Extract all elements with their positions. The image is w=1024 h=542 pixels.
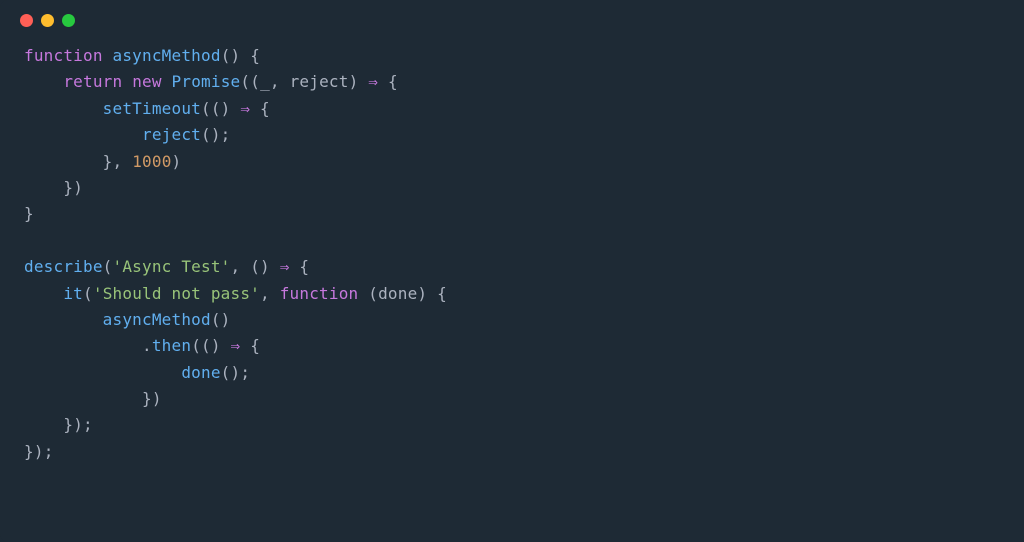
paren-close: ) — [172, 152, 182, 171]
brace-close: } — [103, 152, 113, 171]
space — [427, 284, 437, 303]
paren-close: ) — [34, 442, 44, 461]
space — [162, 72, 172, 91]
fn-reject: reject — [142, 125, 201, 144]
paren-close: ) — [349, 72, 359, 91]
semicolon: ; — [83, 415, 93, 434]
parens: () — [221, 363, 241, 382]
fn-describe: describe — [24, 257, 103, 276]
keyword-new: new — [132, 72, 162, 91]
space — [280, 72, 290, 91]
space — [250, 99, 260, 118]
space — [221, 336, 231, 355]
brace-close: } — [142, 389, 152, 408]
space — [240, 336, 250, 355]
string-shouldnotpass: 'Should not pass' — [93, 284, 260, 303]
paren-open: ( — [103, 257, 113, 276]
keyword-function: function — [280, 284, 359, 303]
class-promise: Promise — [172, 72, 241, 91]
fn-setTimeout: setTimeout — [103, 99, 201, 118]
fn-it: it — [63, 284, 83, 303]
comma: , — [113, 152, 123, 171]
fn-asyncMethod: asyncMethod — [113, 46, 221, 65]
brace-open: { — [388, 72, 398, 91]
minimize-icon[interactable] — [41, 14, 54, 27]
space — [122, 152, 132, 171]
space — [358, 72, 368, 91]
arrow: ⇒ — [240, 99, 250, 118]
brace-open: { — [260, 99, 270, 118]
arrow: ⇒ — [368, 72, 378, 91]
paren-open: ( — [191, 336, 201, 355]
space — [290, 257, 300, 276]
space — [358, 284, 368, 303]
paren-close: ) — [152, 389, 162, 408]
code-content: function asyncMethod() { return new Prom… — [0, 31, 1024, 477]
space — [231, 99, 241, 118]
brace-open: { — [250, 336, 260, 355]
comma: , — [260, 284, 270, 303]
paren-open: ( — [368, 284, 378, 303]
paren-close: ) — [417, 284, 427, 303]
parens: () — [250, 257, 270, 276]
parens: () — [201, 336, 221, 355]
space — [122, 72, 132, 91]
arrow: ⇒ — [280, 257, 290, 276]
brace-close: } — [24, 442, 34, 461]
close-icon[interactable] — [20, 14, 33, 27]
paren-open: ( — [201, 99, 211, 118]
space — [270, 257, 280, 276]
space — [270, 284, 280, 303]
fn-then: then — [152, 336, 191, 355]
space — [103, 46, 113, 65]
window-titlebar — [0, 0, 1024, 31]
maximize-icon[interactable] — [62, 14, 75, 27]
paren-close: ) — [73, 178, 83, 197]
number-timeout: 1000 — [132, 152, 171, 171]
brace-close: } — [24, 204, 34, 223]
keyword-function: function — [24, 46, 103, 65]
semicolon: ; — [221, 125, 231, 144]
param-underscore: _ — [260, 72, 270, 91]
space — [240, 257, 250, 276]
parens: () — [211, 310, 231, 329]
parens: () — [221, 46, 241, 65]
brace-open: { — [437, 284, 447, 303]
space — [378, 72, 388, 91]
param-done: done — [378, 284, 417, 303]
paren-close: ) — [73, 415, 83, 434]
arrow: ⇒ — [231, 336, 241, 355]
fn-asyncMethod-call: asyncMethod — [103, 310, 211, 329]
fn-done-call: done — [181, 363, 220, 382]
parens: () — [211, 99, 231, 118]
comma: , — [270, 72, 280, 91]
dot: . — [142, 336, 152, 355]
paren-open: ( — [83, 284, 93, 303]
comma: , — [231, 257, 241, 276]
space — [240, 46, 250, 65]
code-window: function asyncMethod() { return new Prom… — [0, 0, 1024, 542]
semicolon: ; — [44, 442, 54, 461]
brace-close: } — [63, 178, 73, 197]
brace-open: { — [250, 46, 260, 65]
brace-close: } — [63, 415, 73, 434]
paren-open: ( — [250, 72, 260, 91]
semicolon: ; — [240, 363, 250, 382]
parens: () — [201, 125, 221, 144]
param-reject: reject — [290, 72, 349, 91]
paren-open: ( — [240, 72, 250, 91]
string-asynctest: 'Async Test' — [113, 257, 231, 276]
brace-open: { — [299, 257, 309, 276]
keyword-return: return — [63, 72, 122, 91]
